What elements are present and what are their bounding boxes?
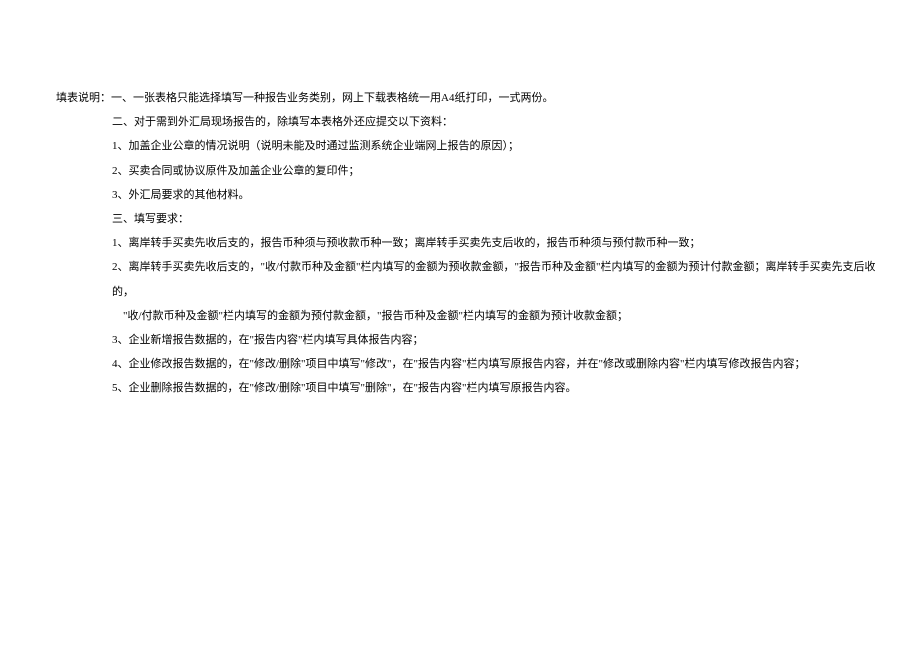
item-3-5: 5、企业删除报告数据的，在"修改/删除"项目中填写"删除"，在"报告内容"栏内填… bbox=[56, 376, 886, 400]
item-3-4: 4、企业修改报告数据的，在"修改/删除"项目中填写"修改"，在"报告内容"栏内填… bbox=[56, 352, 886, 376]
item-3-2b: "收/付款币种及金额"栏内填写的金额为预付款金额，"报告币种及金额"栏内填写的金… bbox=[56, 304, 886, 328]
item-2: 二、对于需到外汇局现场报告的，除填写本表格外还应提交以下资料： bbox=[56, 110, 886, 134]
item-1: 一、一张表格只能选择填写一种报告业务类别，网上下载表格统一用A4纸打印，一式两份… bbox=[111, 86, 553, 110]
item-2-3: 3、外汇局要求的其他材料。 bbox=[56, 183, 886, 207]
item-3-1: 1、离岸转手买卖先收后支的，报告币种须与预收款币种一致；离岸转手买卖先支后收的，… bbox=[56, 231, 886, 255]
item-2-1: 1、加盖企业公章的情况说明（说明未能及时通过监测系统企业端网上报告的原因）； bbox=[56, 134, 886, 158]
item-3: 三、填写要求： bbox=[56, 207, 886, 231]
header-label: 填表说明： bbox=[56, 86, 111, 110]
instructions-block: 填表说明： 一、一张表格只能选择填写一种报告业务类别，网上下载表格统一用A4纸打… bbox=[56, 86, 886, 400]
item-3-2a: 2、离岸转手买卖先收后支的，"收/付款币种及金额"栏内填写的金额为预收款金额，"… bbox=[56, 255, 886, 303]
item-3-3: 3、企业新增报告数据的，在"报告内容"栏内填写具体报告内容； bbox=[56, 328, 886, 352]
row-header: 填表说明： 一、一张表格只能选择填写一种报告业务类别，网上下载表格统一用A4纸打… bbox=[56, 86, 886, 110]
item-2-2: 2、买卖合同或协议原件及加盖企业公章的复印件； bbox=[56, 159, 886, 183]
